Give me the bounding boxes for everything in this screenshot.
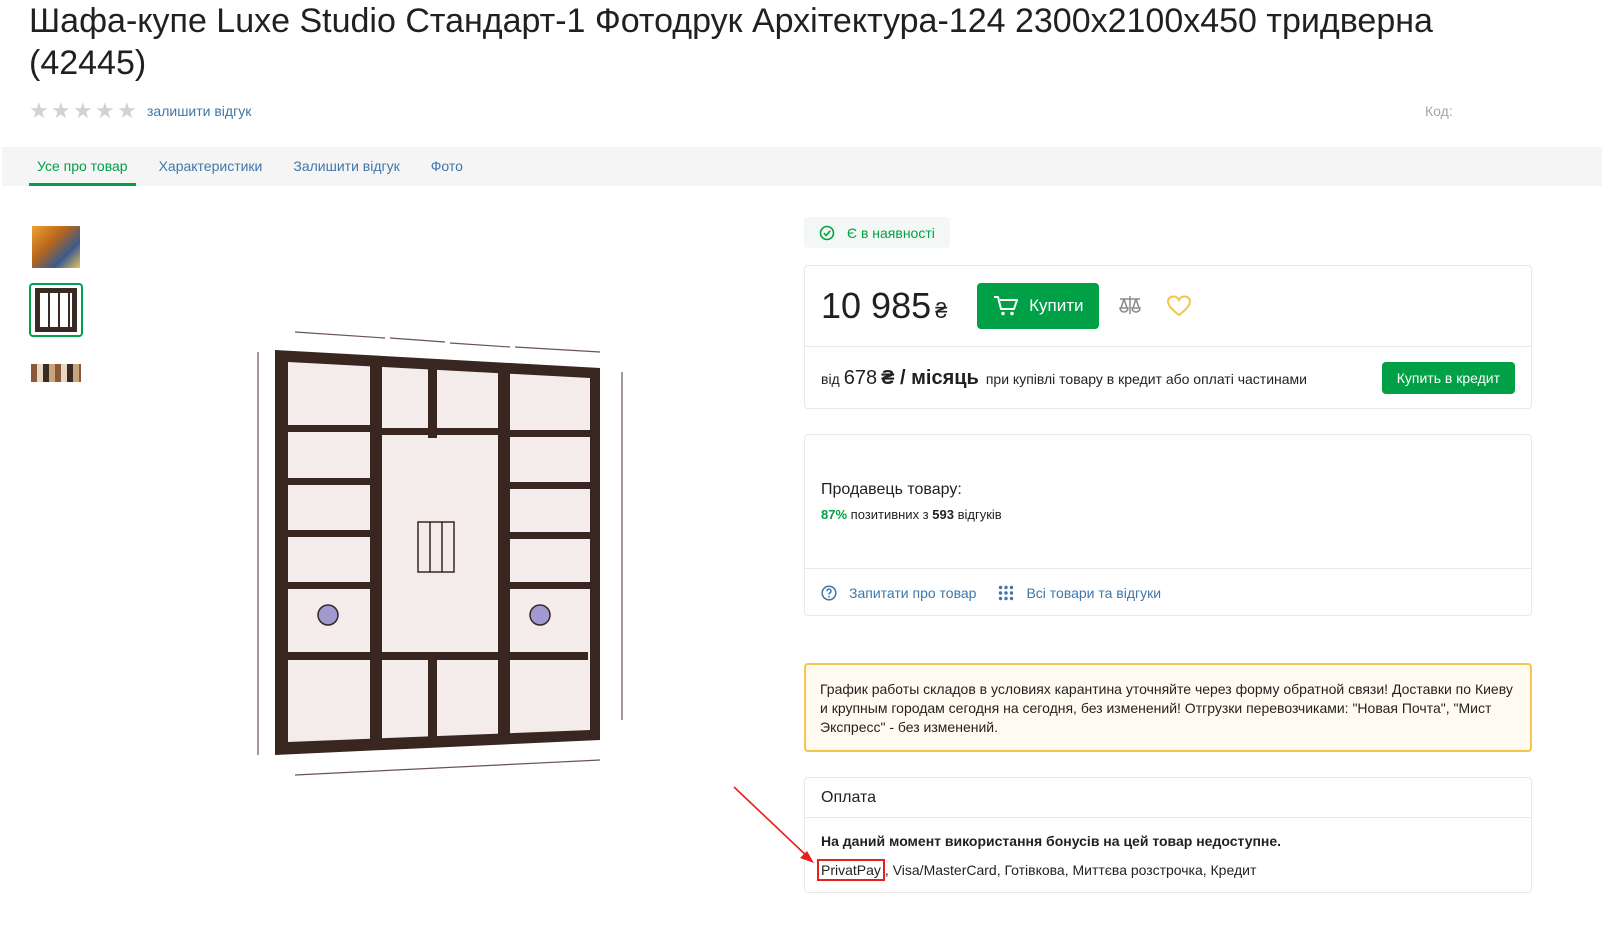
seller-box: Продавець товару: 87% позитивних з 593 в… (804, 434, 1532, 616)
buy-box: 10 985 ₴ Купити від 678 ₴ / місяць при к… (804, 265, 1532, 409)
product-title: Шафа-купе Luxe Studio Стандарт-1 Фотодру… (29, 2, 1433, 82)
leave-review-link[interactable]: залишити відгук (147, 103, 251, 119)
price-currency: ₴ (935, 298, 948, 323)
check-circle-icon (819, 225, 835, 240)
price-value: 10 985 (821, 285, 932, 326)
star-icon: ★ (117, 98, 137, 123)
payment-header: Оплата (805, 778, 1531, 818)
seller-positive-text: позитивних з (850, 507, 929, 522)
tab-characteristics[interactable]: Характеристики (151, 147, 271, 186)
product-price: 10 985 ₴ (821, 285, 947, 327)
seller-rating: 87% позитивних з 593 відгуків (821, 507, 1515, 522)
other-payment-methods: , Visa/MasterCard, Готівкова, Миттєва ро… (884, 862, 1257, 878)
buy-box-price-row: 10 985 ₴ Купити (805, 266, 1531, 347)
seller-reviews-text: відгуків (957, 507, 1002, 522)
ask-about-product-label: Запитати про товар (849, 584, 977, 601)
tab-all-about[interactable]: Усе про товар (29, 147, 136, 186)
product-main-image[interactable] (230, 310, 640, 790)
product-code-label: Код: (1425, 103, 1453, 119)
cart-icon (994, 296, 1019, 316)
buy-button[interactable]: Купити (977, 283, 1100, 329)
credit-unit: ₴ / місяць (881, 366, 979, 389)
rating-row: ★ ★ ★ ★ ★ залишити відгук (29, 98, 251, 124)
availability-text: Є в наявності (847, 224, 935, 241)
thumbnail-image (35, 288, 77, 332)
privatpay-method-highlight: PrivatPay (817, 859, 885, 881)
buy-on-credit-button[interactable]: Купить в кредит (1381, 362, 1515, 394)
star-icon: ★ (73, 98, 93, 123)
all-products-reviews-link[interactable]: Всі товари та відгуки (998, 585, 1161, 601)
payment-body: На даний момент використання бонусів на … (805, 818, 1531, 881)
grid-dots-icon (999, 585, 1014, 600)
seller-info: Продавець товару: 87% позитивних з 593 в… (805, 435, 1531, 569)
quarantine-notice: График работы складов в условиях каранти… (804, 663, 1532, 752)
rating-stars[interactable]: ★ ★ ★ ★ ★ (29, 98, 137, 123)
thumbnail-photo-print[interactable] (29, 220, 83, 274)
star-icon: ★ (29, 98, 49, 123)
credit-amount: 678 (843, 366, 878, 389)
credit-from: від (821, 370, 840, 387)
availability-badge: Є в наявності (804, 217, 950, 248)
question-circle-icon (821, 584, 837, 601)
product-tabs: Усе про товар Характеристики Залишити ві… (2, 147, 1602, 186)
thumbnail-wardrobe-inside[interactable] (29, 283, 83, 337)
buy-button-label: Купити (1029, 296, 1084, 315)
credit-row: від 678 ₴ / місяць при купівлі товару в … (805, 347, 1531, 409)
credit-text: при купівлі товару в кредит або оплаті ч… (985, 370, 1307, 387)
seller-label: Продавець товару: (821, 481, 962, 498)
payment-methods: PrivatPay , Visa/MasterCard, Готівкова, … (817, 859, 1515, 881)
credit-info: від 678 ₴ / місяць при купівлі товару в … (821, 367, 1307, 390)
ask-about-product-link[interactable]: Запитати про товар (821, 585, 976, 601)
star-icon: ★ (51, 98, 71, 123)
seller-links: Запитати про товар Всі товари та відгуки (805, 569, 1531, 616)
thumbnail-image (31, 364, 81, 382)
payment-box: Оплата На даний момент використання бону… (804, 777, 1532, 893)
star-icon: ★ (95, 98, 115, 123)
seller-reviews-count: 593 (932, 507, 954, 522)
compare-scales-icon[interactable] (1117, 294, 1143, 318)
heart-wishlist-icon[interactable] (1167, 295, 1192, 317)
seller-positive-pct: 87% (821, 507, 848, 522)
tab-leave-review[interactable]: Залишити відгук (285, 147, 407, 186)
annotation-arrow-icon (733, 786, 814, 863)
thumbnail-image (32, 226, 80, 268)
bonus-unavailable-note: На даний момент використання бонусів на … (821, 833, 1282, 849)
thumbnail-gallery (29, 220, 83, 409)
thumbnail-color-swatches[interactable] (29, 346, 83, 400)
tab-photo[interactable]: Фото (423, 147, 471, 186)
all-products-reviews-label: Всі товари та відгуки (1026, 584, 1162, 601)
